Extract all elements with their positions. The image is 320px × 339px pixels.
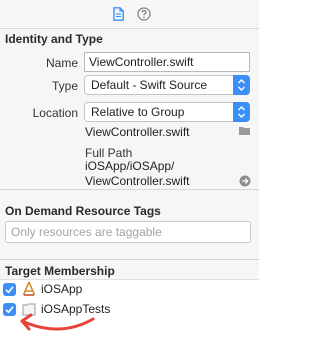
test-bundle-icon [22, 303, 36, 316]
location-popup[interactable]: Relative to Group [84, 102, 250, 122]
reveal-in-finder-icon[interactable] [239, 175, 251, 187]
location-label: Location [32, 106, 78, 120]
target-row-iosapptests: iOSAppTests [0, 300, 259, 320]
section-title-ondemand: On Demand Resource Tags [5, 204, 161, 218]
popup-stepper-icon [233, 102, 250, 122]
on-demand-resource-tags-section: On Demand Resource Tags Only resources a… [0, 190, 259, 260]
section-title-identity: Identity and Type [5, 32, 103, 46]
document-icon[interactable] [113, 7, 124, 21]
section-title-target: Target Membership [5, 264, 115, 278]
target-list: iOSApp iOSAppTests [0, 279, 259, 339]
app-target-icon [22, 281, 36, 296]
inspector-tab-bar [0, 0, 259, 29]
checkmark-icon [5, 306, 14, 314]
folder-icon[interactable] [239, 126, 250, 135]
checkmark-icon [5, 286, 14, 294]
full-path-line-2: ViewController.swift [85, 174, 190, 188]
full-path-line-1: iOSApp/iOSApp/ [85, 159, 175, 173]
target-label-iosapptests: iOSAppTests [41, 302, 111, 316]
identity-and-type-section: Identity and Type Name ViewController.sw… [0, 29, 259, 190]
name-label: Name [45, 56, 78, 70]
location-popup-value: Relative to Group [91, 105, 185, 119]
location-file-name: ViewController.swift [85, 125, 190, 139]
target-membership-section: Target Membership iOSApp iOSAppTests [0, 260, 259, 339]
type-popup[interactable]: Default - Swift Source [84, 75, 250, 95]
popup-stepper-icon [233, 75, 250, 95]
target-checkbox-iosapptests[interactable] [3, 303, 16, 316]
target-checkbox-iosapp[interactable] [3, 283, 16, 296]
full-path-label: Full Path [85, 146, 133, 160]
resource-tags-field[interactable]: Only resources are taggable [5, 221, 251, 243]
type-label: Type [51, 79, 78, 93]
target-label-iosapp: iOSApp [41, 282, 83, 296]
target-row-iosapp: iOSApp [0, 280, 259, 300]
question-circle-icon[interactable] [137, 7, 151, 21]
name-field[interactable]: ViewController.swift [84, 52, 250, 72]
type-popup-value: Default - Swift Source [91, 78, 208, 92]
